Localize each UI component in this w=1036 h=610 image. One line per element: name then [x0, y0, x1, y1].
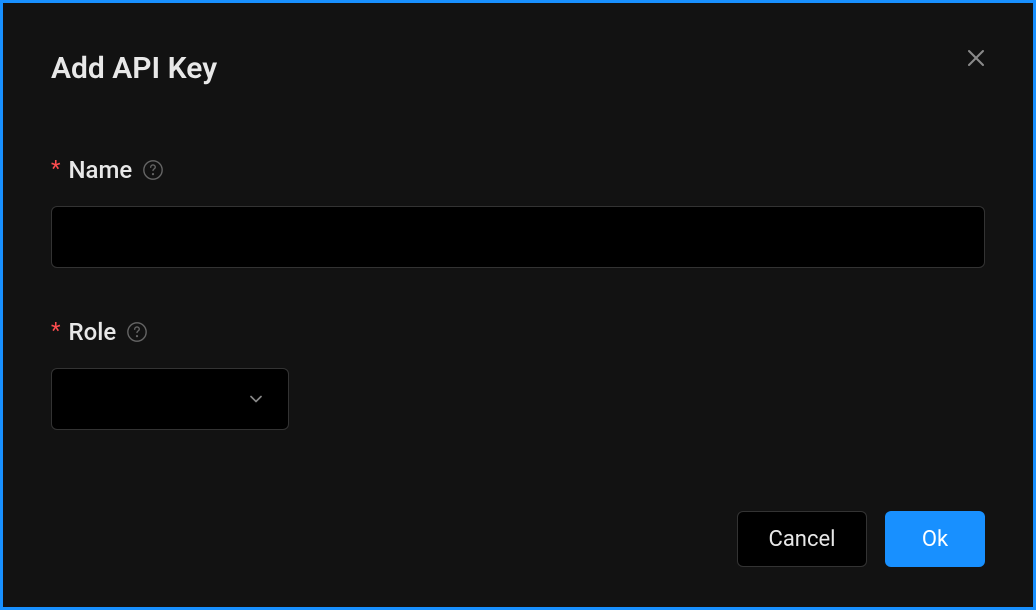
help-icon[interactable] [126, 321, 148, 343]
name-label: Name [68, 156, 132, 184]
name-label-row: * Name [51, 156, 985, 184]
modal-title: Add API Key [51, 51, 985, 86]
add-api-key-modal: Add API Key * Name * Role [0, 0, 1036, 610]
cancel-button[interactable]: Cancel [737, 511, 867, 567]
required-mark: * [51, 159, 60, 181]
ok-button[interactable]: Ok [885, 511, 985, 567]
help-icon[interactable] [142, 159, 164, 181]
role-select[interactable] [51, 368, 289, 430]
required-mark: * [51, 321, 60, 343]
modal-footer: Cancel Ok [737, 511, 985, 567]
name-field-group: * Name [51, 156, 985, 268]
close-icon [964, 46, 988, 74]
role-field-group: * Role [51, 318, 985, 430]
role-label: Role [68, 318, 116, 346]
role-label-row: * Role [51, 318, 985, 346]
name-input[interactable] [51, 206, 985, 268]
close-button[interactable] [961, 45, 991, 75]
chevron-down-icon [246, 389, 266, 409]
